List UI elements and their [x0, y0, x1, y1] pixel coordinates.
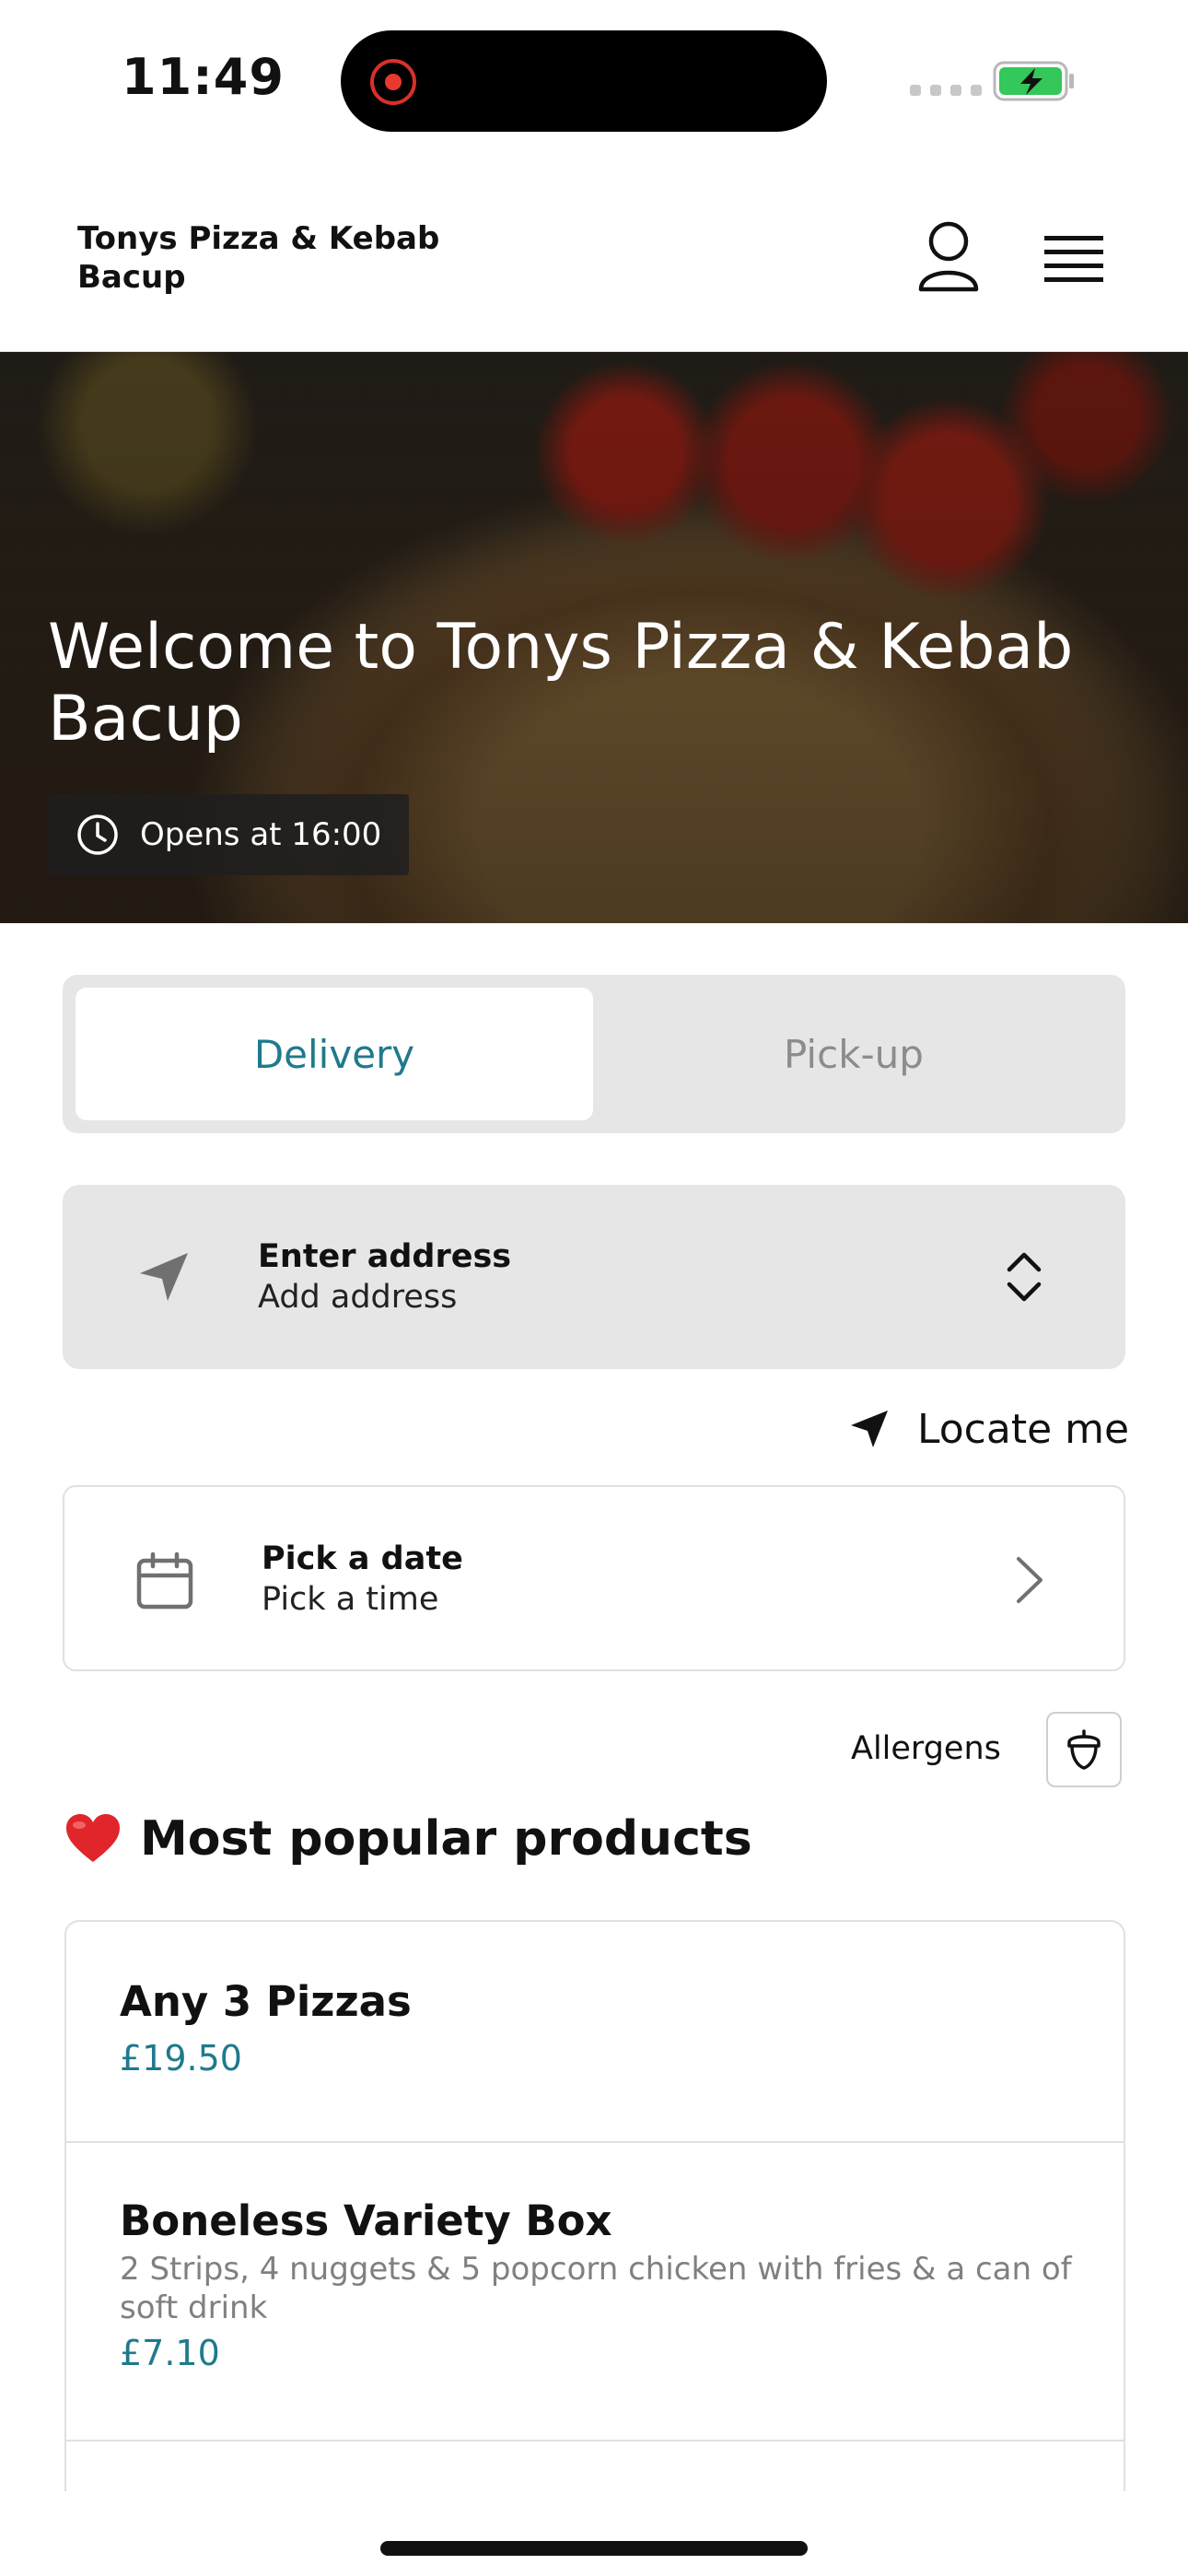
- hero-banner: Welcome to Tonys Pizza & Kebab Bacup Ope…: [0, 352, 1188, 923]
- restaurant-name[interactable]: Tonys Pizza & Kebab Bacup: [77, 219, 483, 297]
- battery-charging-icon: [993, 61, 1074, 101]
- menu-icon[interactable]: [1039, 227, 1109, 291]
- popular-products-heading: Most popular products: [64, 1811, 752, 1867]
- chevron-right-icon: [1017, 1557, 1042, 1603]
- address-selector[interactable]: Enter address Add address: [63, 1185, 1125, 1369]
- app-header: Tonys Pizza & Kebab Bacup: [0, 166, 1188, 352]
- product-card[interactable]: Boneless Variety Box 2 Strips, 4 nuggets…: [66, 2143, 1124, 2441]
- up-down-chevron-icon: [1007, 1252, 1042, 1302]
- location-arrow-icon: [851, 1411, 888, 1447]
- acorn-icon: [1067, 1729, 1101, 1770]
- heart-icon: [66, 1814, 120, 1862]
- delivery-mode-toggle: Delivery Pick-up: [63, 975, 1125, 1133]
- hero-title: Welcome to Tonys Pizza & Kebab Bacup: [48, 611, 1074, 755]
- product-list: Any 3 Pizzas £19.50 Boneless Variety Box…: [64, 1920, 1125, 2491]
- product-price: £19.50: [120, 2038, 242, 2078]
- address-title: Enter address: [258, 1238, 512, 1275]
- navigation-arrow-icon: [140, 1253, 188, 1301]
- status-time: 11:49: [122, 48, 285, 106]
- tab-pickup[interactable]: Pick-up: [595, 988, 1112, 1120]
- popular-heading-text: Most popular products: [140, 1811, 752, 1867]
- product-price: £7.10: [120, 2333, 220, 2373]
- tab-delivery[interactable]: Delivery: [76, 988, 593, 1120]
- pick-time-label: Pick a time: [262, 1581, 439, 1618]
- locate-me-label: Locate me: [917, 1405, 1130, 1453]
- product-name: Any 3 Pizzas: [120, 1977, 412, 2026]
- product-card[interactable]: [66, 2441, 1124, 2491]
- pick-date-label: Pick a date: [262, 1540, 463, 1577]
- clock-icon: [77, 814, 118, 855]
- schedule-picker[interactable]: Pick a date Pick a time: [63, 1485, 1125, 1671]
- home-indicator[interactable]: [380, 2541, 808, 2556]
- allergens-label[interactable]: Allergens: [851, 1730, 1001, 1767]
- locate-me-button[interactable]: Locate me: [847, 1397, 1129, 1461]
- opening-hours-text: Opens at 16:00: [140, 816, 382, 853]
- profile-icon[interactable]: [915, 221, 982, 295]
- opening-hours-badge: Opens at 16:00: [48, 794, 410, 875]
- product-card[interactable]: Any 3 Pizzas £19.50: [66, 1922, 1124, 2143]
- product-description: 2 Strips, 4 nuggets & 5 popcorn chicken …: [120, 2251, 1072, 2326]
- address-subtitle: Add address: [258, 1279, 458, 1316]
- recording-indicator-icon: [370, 59, 416, 105]
- product-name: Boneless Variety Box: [120, 2196, 612, 2245]
- cellular-signal-icon: [910, 85, 982, 96]
- allergens-button[interactable]: [1046, 1712, 1122, 1787]
- status-bar: 11:49: [0, 0, 1188, 157]
- calendar-icon: [136, 1551, 193, 1610]
